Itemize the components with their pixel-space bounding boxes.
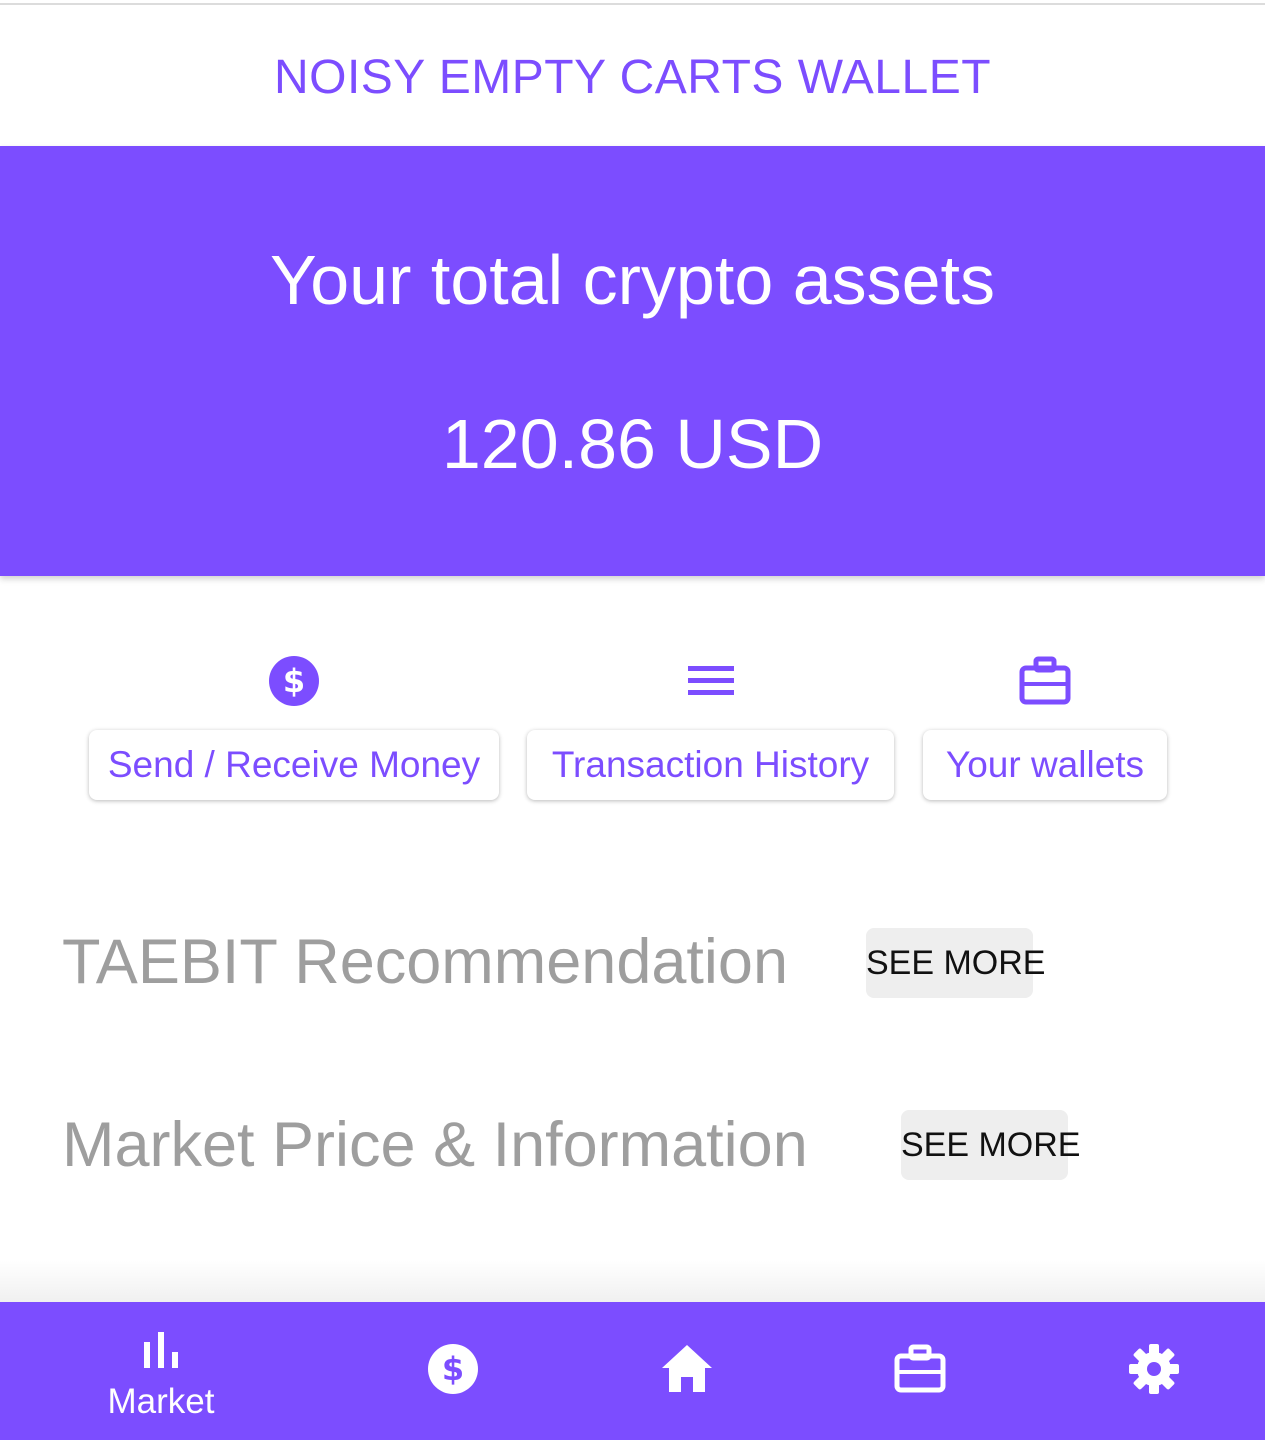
list-icon[interactable] [684, 654, 738, 708]
briefcase-icon[interactable] [1018, 654, 1072, 708]
market-info-see-more-button[interactable]: SEE MORE [901, 1110, 1080, 1180]
svg-text:$: $ [283, 662, 305, 700]
recommendation-title: TAEBIT Recommendation [62, 927, 788, 997]
transaction-history-button[interactable]: Transaction History [527, 730, 894, 800]
svg-text:$: $ [442, 1350, 464, 1388]
nav-market[interactable]: Market [90, 1302, 232, 1440]
top-divider [0, 3, 1265, 5]
wallet-screen: NOISY EMPTY CARTS WALLET Your total cryp… [0, 0, 1265, 1440]
gear-icon [1129, 1344, 1179, 1394]
app-title: NOISY EMPTY CARTS WALLET [273, 51, 992, 104]
briefcase-icon [894, 1344, 946, 1393]
send-receive-button[interactable]: Send / Receive Money [89, 730, 499, 800]
nav-home[interactable] [647, 1302, 727, 1440]
nav-wallets[interactable] [880, 1302, 960, 1440]
dollar-circle-icon[interactable]: $ [267, 654, 321, 708]
market-info-title: Market Price & Information [62, 1110, 808, 1180]
assets-heading: Your total crypto assets [269, 241, 996, 319]
assets-total-amount: 120.86 USD [441, 405, 824, 483]
your-wallets-button[interactable]: Your wallets [923, 730, 1167, 800]
nav-shadow [0, 1260, 1265, 1302]
bottom-navigation: Market $ [0, 1302, 1265, 1440]
bar-chart-icon [144, 1332, 178, 1368]
nav-settings[interactable] [1114, 1302, 1194, 1440]
nav-send-receive[interactable]: $ [413, 1302, 493, 1440]
assets-banner [0, 146, 1265, 576]
home-icon [662, 1345, 712, 1392]
dollar-circle-icon: $ [428, 1344, 478, 1394]
recommendation-see-more-button[interactable]: SEE MORE [866, 928, 1045, 998]
nav-market-label: Market [107, 1382, 215, 1421]
